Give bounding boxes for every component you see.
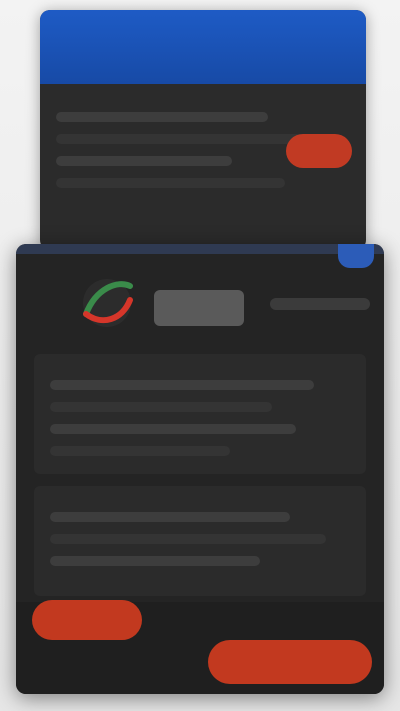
text-placeholder [50,402,272,412]
text-placeholder [56,178,286,188]
content-section [34,486,366,596]
secondary-action-button[interactable] [32,600,142,640]
text-placeholder [50,534,326,544]
dialog-action-button[interactable] [286,134,352,168]
text-placeholder [50,424,296,434]
header-text-placeholder [270,298,370,310]
window-header [34,270,370,344]
text-placeholder [50,446,230,456]
text-placeholder [50,556,260,566]
window-top-strip [16,244,384,254]
text-placeholder [56,112,268,122]
text-placeholder [50,512,290,522]
primary-action-button[interactable] [208,640,372,684]
corner-tab[interactable] [338,244,374,268]
background-dialog-window [40,10,366,250]
screen [0,0,400,711]
logo-graphic [83,279,133,327]
logo-wordmark [154,290,244,326]
app-logo-icon [74,270,140,336]
foreground-window [16,244,384,694]
text-placeholder [50,380,314,390]
dialog-titlebar [40,10,366,84]
text-placeholder [56,134,309,144]
content-section [34,354,366,474]
text-placeholder [56,156,233,166]
